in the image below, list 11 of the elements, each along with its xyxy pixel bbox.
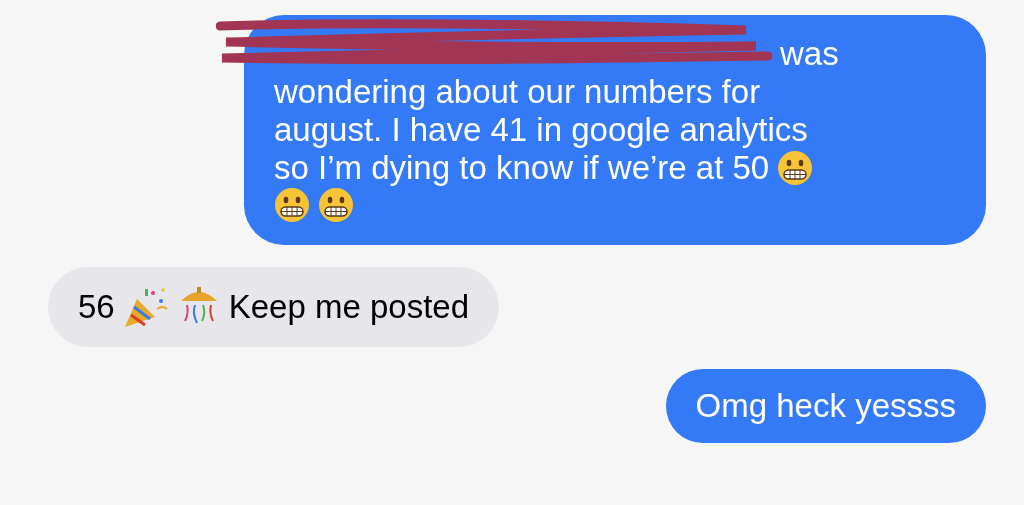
- grimacing-face-icon: [318, 187, 354, 223]
- grimacing-face-icon: [274, 187, 310, 223]
- message-text: so I’m dying to know if we’re at 50: [274, 149, 770, 187]
- message-text: Keep me posted: [228, 288, 470, 326]
- message-text: wondering about our numbers for: [274, 73, 761, 111]
- message-text: august. I have 41 in google analytics: [274, 111, 808, 149]
- message-text: 56: [78, 288, 115, 326]
- message-text: Omg heck yessss: [695, 387, 956, 425]
- party-popper-icon: [122, 285, 169, 329]
- message-text: was: [780, 35, 839, 73]
- grimacing-face-icon: [777, 150, 814, 186]
